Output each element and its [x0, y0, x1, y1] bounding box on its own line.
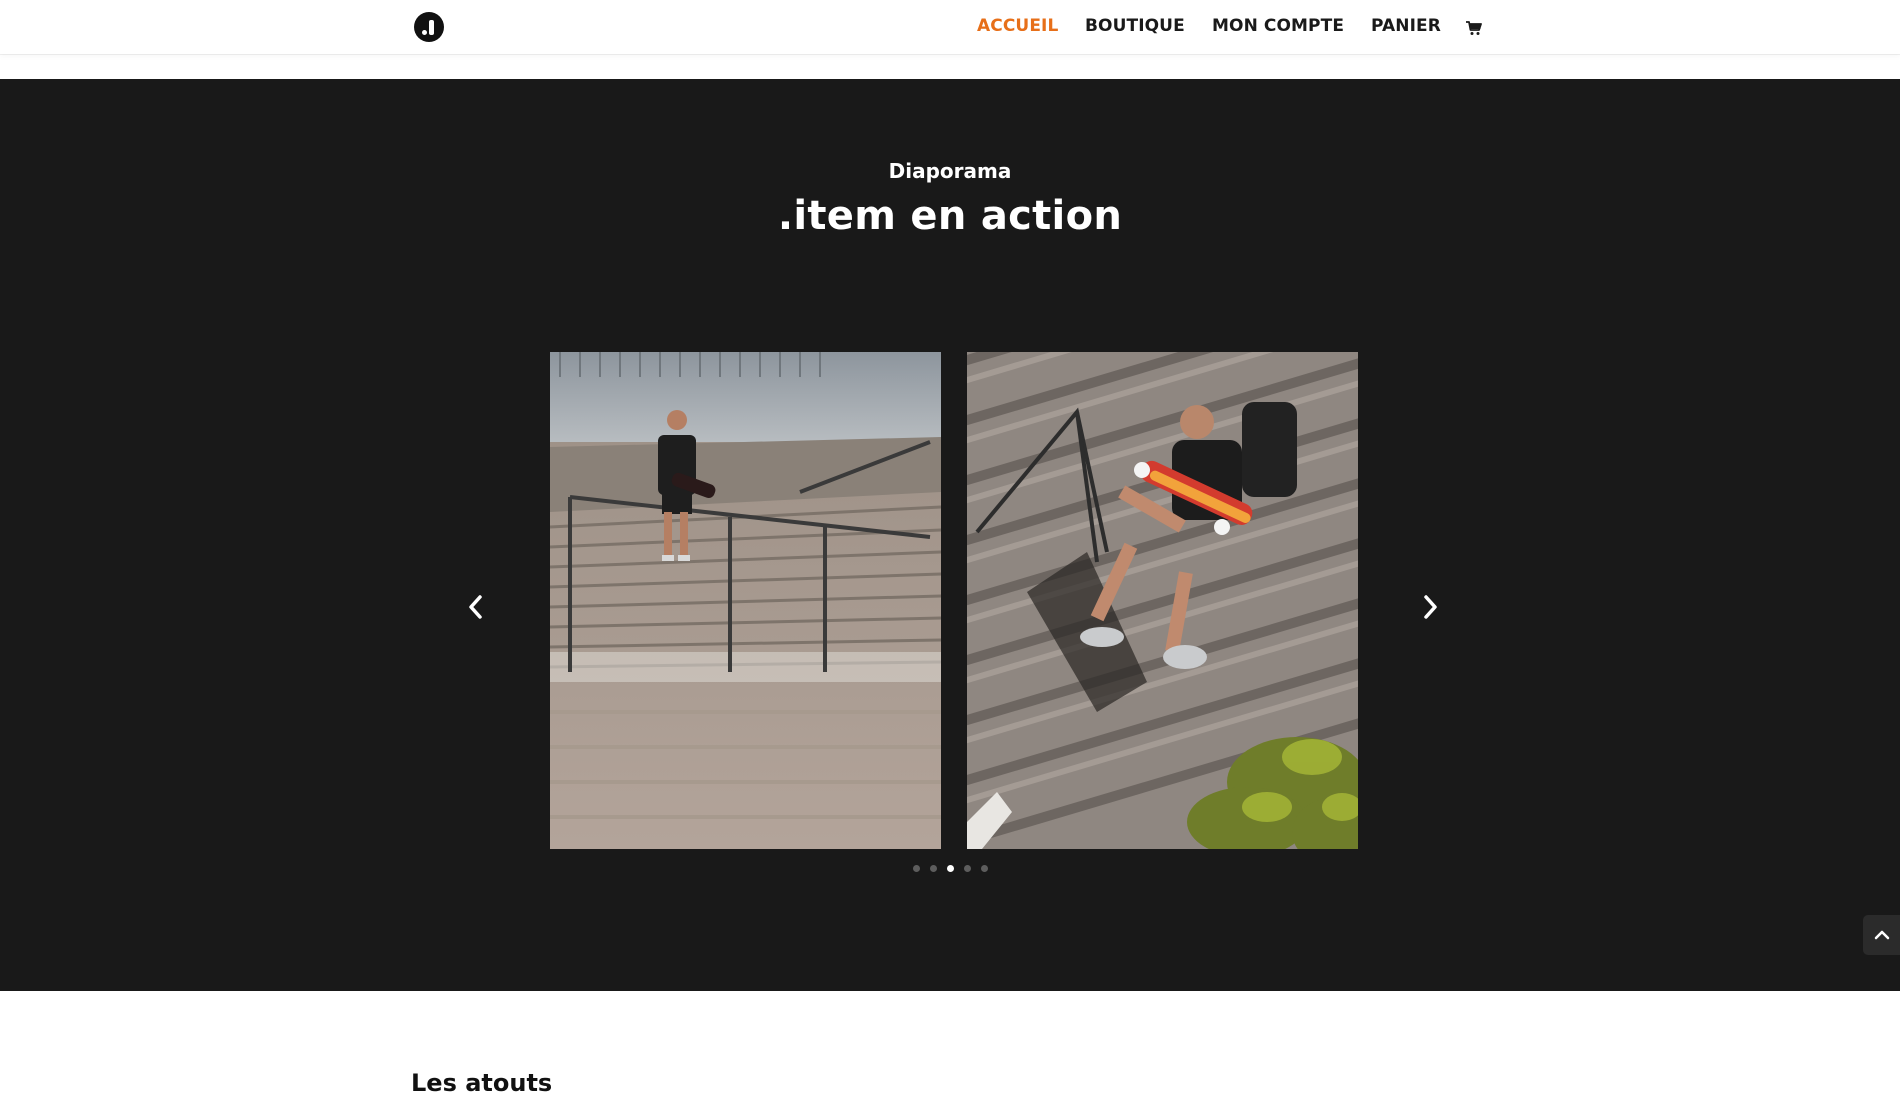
- slide-image-1[interactable]: [550, 352, 941, 849]
- section-heading: Les atouts: [411, 1069, 553, 1097]
- slide-image-2[interactable]: [967, 352, 1358, 849]
- back-to-top-button[interactable]: [1863, 915, 1900, 955]
- chevron-up-icon: [1874, 930, 1890, 940]
- site-header: ACCUEIL BOUTIQUE MON COMPTE PANIER: [0, 0, 1900, 54]
- slider-dot-3[interactable]: [947, 865, 954, 872]
- photo-skater-walking-down-stairs: [550, 352, 941, 849]
- slider-dot-4[interactable]: [964, 865, 971, 872]
- nav-item-mon-compte[interactable]: MON COMPTE: [1212, 16, 1344, 36]
- nav-item-panier[interactable]: PANIER: [1371, 16, 1441, 36]
- photo-skater-sitting-on-stairs: [967, 352, 1358, 849]
- slider-next-button[interactable]: [1416, 589, 1444, 625]
- section-kicker: Diaporama: [888, 159, 1012, 183]
- shopping-cart-icon[interactable]: [1466, 20, 1482, 36]
- nav-item-boutique[interactable]: BOUTIQUE: [1085, 16, 1185, 36]
- section-title: .item en action: [777, 193, 1123, 239]
- slider-section: Diaporama .item en action: [0, 79, 1900, 991]
- chevron-right-icon: [1424, 595, 1437, 619]
- brand-logo-icon[interactable]: [414, 12, 444, 42]
- slider-dot-1[interactable]: [913, 865, 920, 872]
- slider-dot-5[interactable]: [981, 865, 988, 872]
- nav-item-accueil[interactable]: ACCUEIL: [977, 16, 1058, 36]
- slider-dot-2[interactable]: [930, 865, 937, 872]
- slider-prev-button[interactable]: [462, 589, 490, 625]
- next-section: Les atouts: [0, 991, 1900, 1097]
- slider-pagination: [913, 865, 988, 872]
- chevron-left-icon: [469, 595, 482, 619]
